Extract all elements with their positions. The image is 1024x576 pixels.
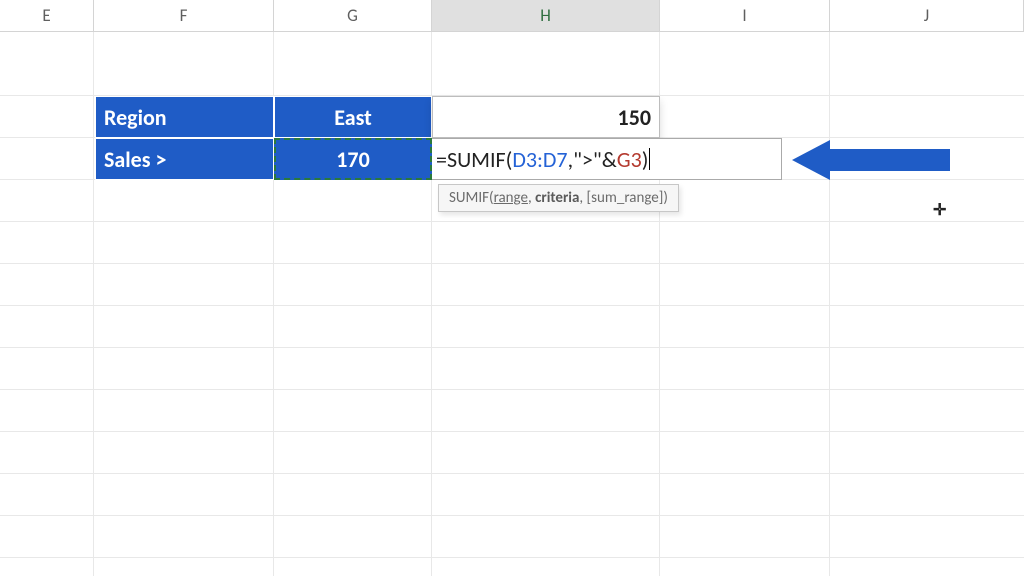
gridline-row	[0, 515, 1024, 516]
arrow-body	[830, 149, 950, 171]
cell-F3-sales-label[interactable]: Sales >	[95, 138, 274, 180]
arrow-head-icon	[792, 140, 830, 180]
col-header-G[interactable]: G	[274, 0, 432, 32]
col-header-J[interactable]: J	[830, 0, 1024, 32]
text-caret	[649, 148, 650, 170]
gridline-col	[829, 32, 830, 576]
gridline-row	[0, 473, 1024, 474]
gridline-row	[0, 221, 1024, 222]
tooltip-arg-criteria[interactable]: criteria	[535, 189, 579, 207]
cell-F2-region-label[interactable]: Region	[95, 96, 274, 138]
tooltip-arg-range[interactable]: range	[494, 189, 528, 207]
formula-close: )	[642, 146, 649, 173]
gridline-row	[0, 347, 1024, 348]
gridline-row	[0, 557, 1024, 558]
formula-prefix: =SUMIF(	[436, 146, 512, 173]
cell-cursor-icon: ✛	[933, 200, 946, 220]
gridline-row	[0, 389, 1024, 390]
formula-amp: &	[602, 146, 617, 173]
gridline-col	[93, 32, 94, 576]
col-header-I[interactable]: I	[660, 0, 830, 32]
tooltip-arg-sumrange[interactable]: [sum_range]	[587, 189, 664, 207]
col-header-E[interactable]: E	[0, 0, 94, 32]
cell-H3-formula-editor[interactable]: =SUMIF(D3:D7,">"&G3)	[432, 138, 782, 180]
tooltip-sep: ,	[579, 189, 586, 207]
tooltip-fn: SUMIF(	[449, 189, 494, 207]
gridline-row	[0, 263, 1024, 264]
cell-G3-threshold[interactable]: 170	[274, 138, 432, 180]
cell-G2-region-value[interactable]: East	[274, 96, 432, 138]
formula-cell-ref: G3	[617, 146, 642, 173]
col-header-H[interactable]: H	[432, 0, 660, 32]
formula-tooltip[interactable]: SUMIF(range, criteria, [sum_range])	[438, 184, 679, 212]
col-header-F[interactable]: F	[94, 0, 274, 32]
column-headers: E F G H I J	[0, 0, 1024, 32]
gridline-row	[0, 431, 1024, 432]
formula-string: ">"	[573, 146, 602, 173]
annotation-arrow	[792, 140, 950, 180]
tooltip-close: )	[663, 189, 668, 207]
formula-range-ref: D3:D7	[512, 146, 567, 173]
cell-H2-result[interactable]: 150	[432, 96, 660, 138]
gridline-row	[0, 305, 1024, 306]
